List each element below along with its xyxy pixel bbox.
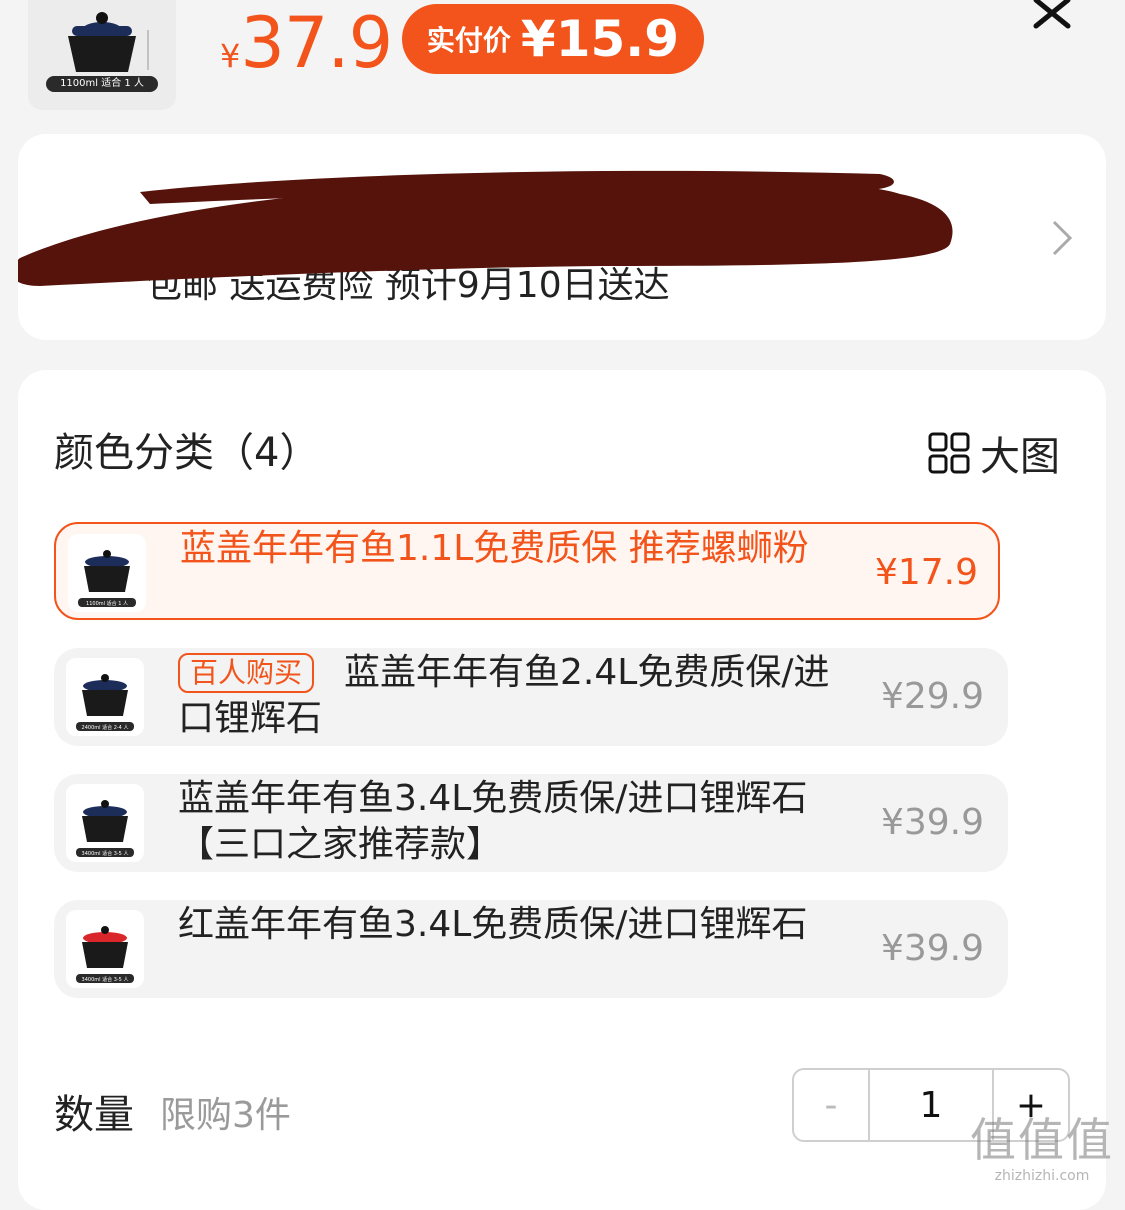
watermark-url: zhizhizhi.com xyxy=(994,1168,1090,1184)
sku-option-caption: 3400ml 适合 3-5 人 xyxy=(82,850,129,857)
sku-option[interactable]: 2400ml 适合 2-4 人 百人购买 蓝盖年年有鱼2.4L免费质保/进口锂辉石 ¥… xyxy=(54,648,1008,746)
sku-option-price: ¥17.9 xyxy=(874,552,978,593)
close-button[interactable] xyxy=(1030,0,1074,30)
sku-option-image: 2400ml 适合 2-4 人 xyxy=(66,658,144,736)
product-thumbnail[interactable]: 1100ml 适合 1 人 xyxy=(28,0,176,110)
real-pay-badge: 实付价 ¥15.9 xyxy=(402,4,704,74)
sku-option-name: 百人购买 蓝盖年年有鱼2.4L免费质保/进口锂辉石 xyxy=(178,650,858,742)
big-view-label: 大图 xyxy=(980,434,1060,480)
sku-option-label: 蓝盖年年有鱼1.1L免费质保 推荐螺蛳粉 xyxy=(180,528,809,569)
current-price: ¥37.9 xyxy=(220,2,393,84)
claypot-image: 2400ml 适合 2-4 人 xyxy=(76,674,134,731)
sku-option-label: 红盖年年有鱼3.4L免费质保/进口锂辉石 xyxy=(178,904,808,945)
claypot-image: 3400ml 适合 3-5 人 xyxy=(76,800,134,857)
sku-option-price: ¥39.9 xyxy=(880,802,984,843)
sku-option-caption: 3400ml 适合 3-5 人 xyxy=(82,976,129,983)
real-pay-value: ¥15.9 xyxy=(520,10,680,68)
currency-symbol: ¥ xyxy=(220,37,241,75)
sku-option-image: 3400ml 适合 3-5 人 xyxy=(66,784,144,862)
real-pay-label: 实付价 xyxy=(426,24,511,57)
address-card[interactable]: 包邮 送运费险 预计9月10日送达 xyxy=(18,134,1106,340)
grid-icon xyxy=(928,432,970,474)
watermark: 值值值 zhizhizhi.com xyxy=(970,1104,1114,1184)
claypot-image: 1100ml 适合 1 人 xyxy=(78,550,136,607)
sku-option-price: ¥39.9 xyxy=(880,928,984,969)
sku-option[interactable]: 3400ml 适合 3-5 人 蓝盖年年有鱼3.4L免费质保/进口锂辉石 【三口之… xyxy=(54,774,1008,872)
chevron-right-icon xyxy=(1052,220,1073,256)
big-view-toggle[interactable]: 大图 xyxy=(928,424,1060,482)
quantity-decrease-button[interactable]: - xyxy=(794,1070,870,1140)
price-value: 37.9 xyxy=(240,2,393,84)
claypot-image: 3400ml 适合 3-5 人 xyxy=(76,926,134,983)
sku-option-name: 蓝盖年年有鱼3.4L免费质保/进口锂辉石 【三口之家推荐款】 xyxy=(178,776,858,868)
sku-option-image: 3400ml 适合 3-5 人 xyxy=(66,910,144,988)
sku-option-caption: 1100ml 适合 1 人 xyxy=(86,600,128,607)
sku-option-name: 蓝盖年年有鱼1.1L免费质保 推荐螺蛳粉 xyxy=(180,526,860,572)
redaction-scribble xyxy=(18,170,953,286)
sku-title: 颜色分类（4） xyxy=(54,430,320,476)
claypot-image xyxy=(68,12,149,72)
sku-option[interactable]: 3400ml 适合 3-5 人 红盖年年有鱼3.4L免费质保/进口锂辉石 ¥39.9 xyxy=(54,900,1008,998)
sku-panel: 颜色分类（4） 大图 1100ml 适合 1 人 蓝盖年年有鱼1.1L免费质保 推… xyxy=(18,370,1106,1210)
sku-option-name: 红盖年年有鱼3.4L免费质保/进口锂辉石 xyxy=(178,902,858,948)
close-icon xyxy=(1033,0,1071,29)
purchase-limit: 限购3件 xyxy=(160,1095,291,1136)
quantity-label: 数量 xyxy=(54,1092,134,1138)
sku-option-image: 1100ml 适合 1 人 xyxy=(68,534,146,612)
thumbnail-caption: 1100ml 适合 1 人 xyxy=(46,76,158,92)
sku-option-price: ¥29.9 xyxy=(880,676,984,717)
watermark-logo: 值值值 xyxy=(970,1113,1114,1167)
sku-option-tag: 百人购买 xyxy=(178,653,315,693)
sku-option-label: 蓝盖年年有鱼3.4L免费质保/进口锂辉石 【三口之家推荐款】 xyxy=(178,778,808,865)
sku-option-caption: 2400ml 适合 2-4 人 xyxy=(82,724,129,731)
sku-option[interactable]: 1100ml 适合 1 人 蓝盖年年有鱼1.1L免费质保 推荐螺蛳粉 ¥17.9 xyxy=(54,522,1000,620)
